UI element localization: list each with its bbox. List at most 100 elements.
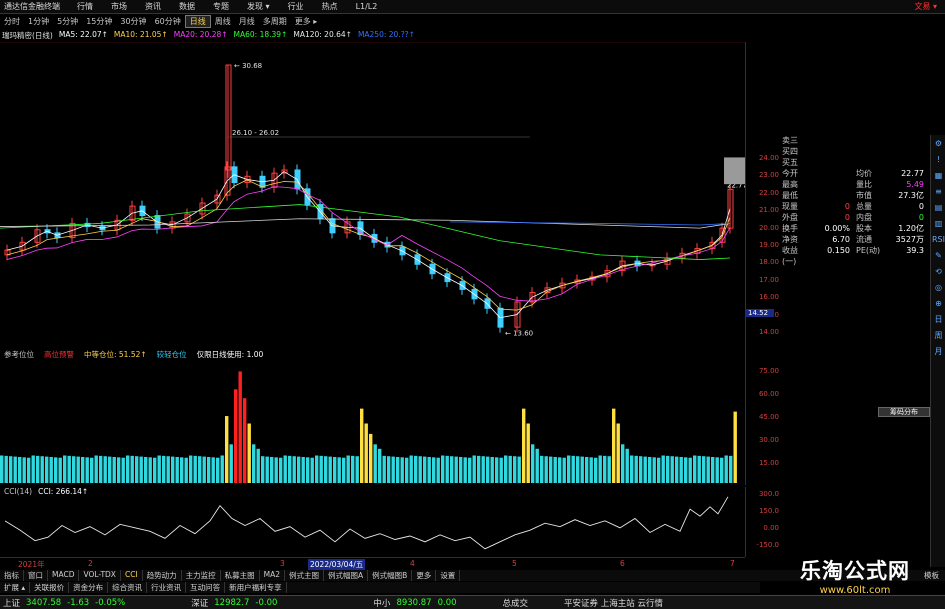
position-bar — [540, 455, 544, 483]
period-tab-10[interactable]: 更多 ▸ — [291, 16, 322, 27]
menu-item-data[interactable]: 数据 — [170, 1, 204, 12]
extension-tab[interactable]: 行业资讯 — [147, 582, 187, 593]
position-bar — [175, 456, 179, 483]
chart-icon[interactable]: ▥ — [931, 215, 945, 231]
sz-index-name[interactable]: 深证 — [188, 597, 211, 609]
indicator-tab[interactable]: 例式主图 — [285, 570, 325, 581]
quote-value: 0.00% — [824, 224, 850, 233]
scan-icon[interactable]: ⟲ — [931, 263, 945, 279]
cci-chart[interactable] — [0, 487, 745, 557]
extension-tab[interactable]: 互动问答 — [186, 582, 226, 593]
grid-icon[interactable]: ▤ — [931, 199, 945, 215]
extension-tab[interactable]: 关联报价 — [30, 582, 70, 593]
indicator-tab[interactable]: 指标 — [0, 570, 24, 581]
time-axis-label: 3 — [280, 559, 285, 568]
period-tab-8[interactable]: 月线 — [235, 16, 259, 27]
position-bar — [94, 455, 98, 483]
period-tab-2[interactable]: 5分钟 — [53, 16, 82, 27]
position-bar — [346, 455, 350, 483]
extension-tab[interactable]: 资金分布 — [69, 582, 109, 593]
period-tab-7[interactable]: 周线 — [211, 16, 235, 27]
info-icon[interactable]: 月 — [931, 343, 945, 359]
extension-tab[interactable]: 扩展 ▴ — [0, 582, 31, 593]
extension-tab[interactable]: 新用户福利专享 — [225, 582, 287, 593]
period-tab-3[interactable]: 15分钟 — [82, 16, 116, 27]
position-bar — [486, 456, 490, 483]
indicator-tab[interactable]: 窗口 — [24, 570, 48, 581]
extension-tab[interactable]: 综合资讯 — [108, 582, 148, 593]
indicator-tab[interactable]: MACD — [48, 570, 80, 581]
rsi-icon[interactable]: RSI — [931, 231, 945, 247]
menu-item-industry[interactable]: 行业 — [279, 1, 313, 12]
position-bar — [508, 455, 512, 483]
zoom-icon[interactable]: ⊕ — [931, 295, 945, 311]
indicator-tab[interactable]: VOL-TDX — [79, 570, 121, 581]
position-bar — [382, 455, 386, 483]
ask-row: 卖三 — [782, 135, 930, 146]
position-bar — [117, 457, 121, 483]
draw-icon[interactable]: ✎ — [931, 247, 945, 263]
menu-item-news[interactable]: 资讯 — [136, 1, 170, 12]
position-bar — [553, 456, 557, 483]
position-bar — [337, 457, 341, 483]
indicator-tab[interactable]: 私募主图 — [221, 570, 260, 581]
axis-tick-label: 45.00 — [758, 413, 779, 421]
quote-value: 22.77 — [901, 169, 924, 178]
menu-item-quotes[interactable]: 行情 — [68, 1, 102, 12]
chip-distribution-button[interactable]: 筹码分布 — [878, 407, 930, 417]
period-tab-1[interactable]: 1分钟 — [24, 16, 53, 27]
period-tab-9[interactable]: 多周期 — [259, 16, 291, 27]
layout-icon[interactable]: ▦ — [931, 167, 945, 183]
indicator-tab[interactable]: CCI — [121, 570, 143, 581]
trade-button[interactable]: 文易 ▾ — [914, 1, 945, 12]
position-bar — [675, 456, 679, 483]
menu-item-discover[interactable]: 发现 ▾ — [238, 1, 279, 12]
position-bar — [724, 455, 728, 483]
menu-item-topics[interactable]: 专题 — [204, 1, 238, 12]
menu-item-hot[interactable]: 热点 — [313, 1, 347, 12]
axis-tick-label: 0.00 — [763, 524, 779, 532]
indicator-tab[interactable]: 例式幅图B — [368, 570, 413, 581]
range-label: 26.10 - 26.02 — [232, 129, 279, 137]
settings-icon[interactable]: ⚙ — [931, 135, 945, 151]
alert-icon[interactable]: ! — [931, 151, 945, 167]
period-tab-0[interactable]: 分时 — [0, 16, 24, 27]
period-tab-4[interactable]: 30分钟 — [116, 16, 150, 27]
position-bar — [666, 455, 670, 483]
cursor-icon[interactable]: ◎ — [931, 279, 945, 295]
F10-icon[interactable]: 周 — [931, 327, 945, 343]
position-bar — [342, 457, 346, 483]
position-bar — [85, 457, 89, 483]
quote-label: 换手 — [782, 224, 798, 233]
position-bar — [9, 456, 13, 483]
candlestick-chart[interactable]: ← 30.6826.10 - 26.02← 13.6022.77 — [0, 42, 745, 345]
position-bar — [40, 456, 44, 483]
price-axis: 24.00 23.00 22.00 21.00 20.00 19.00 18.00 17.00… — [745, 42, 782, 345]
position-bar — [292, 456, 296, 483]
indicator-tab[interactable]: 例式幅图A — [324, 570, 369, 581]
position-bar — [558, 457, 562, 483]
menu-item-market[interactable]: 市场 — [102, 1, 136, 12]
indicator-tab[interactable]: 主力监控 — [182, 570, 221, 581]
position-bar — [355, 456, 359, 483]
sh-index-name[interactable]: 上证 — [0, 597, 23, 609]
position-bar — [625, 448, 629, 483]
position-bar — [166, 456, 170, 483]
ma-line — [6, 186, 731, 302]
indicator-tab[interactable]: 更多 — [412, 570, 437, 581]
indicator-tab[interactable]: 设置 — [436, 570, 461, 581]
indicator-tab[interactable]: MA2 — [260, 570, 286, 581]
quote-label: 流通 — [856, 235, 872, 244]
indicator-tab[interactable]: 趋势动力 — [143, 570, 182, 581]
zx-index-name[interactable]: 中小 — [370, 597, 393, 609]
position-indicator-chart[interactable] — [0, 360, 745, 483]
news-icon[interactable]: 日 — [931, 311, 945, 327]
position-bar — [126, 455, 130, 483]
period-tab-6[interactable]: 日线 — [184, 15, 211, 28]
quote-row: 外盘 0 内盘 0 — [782, 212, 930, 223]
menu-item-level[interactable]: L1/L2 — [347, 2, 387, 11]
list-icon[interactable]: ≡ — [931, 183, 945, 199]
period-toolbar: 分时 1分钟 5分钟 15分钟 30分钟 60分钟 日线 周线 月线 多周期 更多 ▸ — [0, 15, 740, 28]
period-tab-5[interactable]: 60分钟 — [151, 16, 185, 27]
position-bar — [405, 457, 409, 483]
